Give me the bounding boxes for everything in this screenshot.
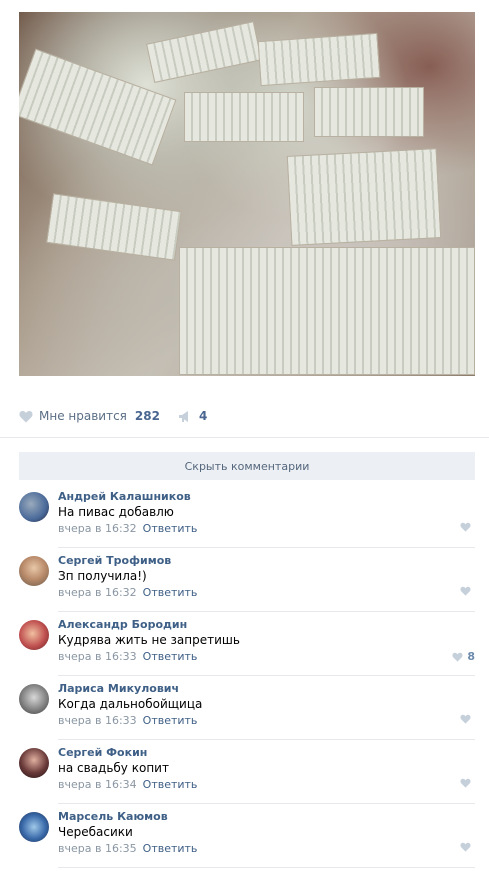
comment-meta: вчера в 16:32 Ответить	[58, 522, 197, 535]
comment-author[interactable]: Сергей Трофимов	[58, 554, 171, 567]
avatar[interactable]	[19, 556, 49, 586]
comment-meta: вчера в 16:33 Ответить	[58, 714, 197, 727]
comment-time[interactable]: вчера в 16:32	[58, 522, 137, 535]
comment-meta: вчера в 16:34 Ответить	[58, 778, 197, 791]
comment-meta: вчера в 16:32 Ответить	[58, 586, 197, 599]
heart-icon	[460, 778, 471, 788]
avatar[interactable]	[19, 620, 49, 650]
comment-meta: вчера в 16:35 Ответить	[58, 842, 197, 855]
comment-item: Сергей Фокин на свадьбу копит вчера в 16…	[19, 740, 475, 804]
comment-text: Кудрява жить не запретишь	[58, 633, 240, 647]
comment-text: На пивас добавлю	[58, 505, 174, 519]
comment-like-count: 8	[467, 650, 475, 663]
post-like-button[interactable]: Мне нравится 282	[19, 409, 160, 423]
comment-item: Александр Бородин Кудрява жить не запрет…	[19, 612, 475, 676]
heart-icon	[460, 586, 471, 596]
comment-time[interactable]: вчера в 16:34	[58, 778, 137, 791]
reply-link[interactable]: Ответить	[143, 586, 198, 599]
comment-item: Марсель Каюмов Черебасики вчера в 16:35 О…	[19, 804, 475, 868]
comment-text: Зп получила!)	[58, 569, 147, 583]
comment-time[interactable]: вчера в 16:33	[58, 650, 137, 663]
comment-time[interactable]: вчера в 16:35	[58, 842, 137, 855]
comment-like-button[interactable]	[460, 586, 475, 596]
comment-text: Черебасики	[58, 825, 133, 839]
comment-author[interactable]: Лариса Микулович	[58, 682, 179, 695]
like-label: Мне нравится	[39, 409, 127, 423]
heart-icon	[452, 652, 463, 662]
share-count: 4	[198, 409, 208, 423]
reply-link[interactable]: Ответить	[143, 778, 198, 791]
comment-like-button[interactable]	[460, 714, 475, 724]
comment-text: Когда дальнобойщица	[58, 697, 203, 711]
comment-like-button[interactable]: 8	[452, 650, 475, 663]
heart-icon	[460, 842, 471, 852]
heart-icon	[460, 522, 471, 532]
reply-link[interactable]: Ответить	[143, 714, 198, 727]
reply-link[interactable]: Ответить	[143, 650, 198, 663]
post-actions: Мне нравится 282 4	[19, 404, 207, 428]
reply-link[interactable]: Ответить	[143, 522, 198, 535]
comment-like-button[interactable]	[460, 778, 475, 788]
avatar[interactable]	[19, 492, 49, 522]
comment-author[interactable]: Сергей Фокин	[58, 746, 147, 759]
comment-author[interactable]: Александр Бородин	[58, 618, 187, 631]
comment-text: на свадьбу копит	[58, 761, 169, 775]
comment-like-button[interactable]	[460, 842, 475, 852]
heart-icon	[460, 714, 471, 724]
avatar[interactable]	[19, 748, 49, 778]
reply-link[interactable]: Ответить	[143, 842, 198, 855]
comment-item: Лариса Микулович Когда дальнобойщица вче…	[19, 676, 475, 740]
megaphone-icon	[178, 410, 188, 422]
comment-like-button[interactable]	[460, 522, 475, 532]
avatar[interactable]	[19, 684, 49, 714]
comment-time[interactable]: вчера в 16:32	[58, 586, 137, 599]
comment-item: Андрей Калашников На пивас добавлю вчера…	[19, 484, 475, 548]
share-button[interactable]: 4	[178, 409, 207, 423]
divider	[0, 437, 489, 438]
like-count: 282	[134, 409, 160, 423]
heart-icon	[19, 410, 33, 422]
comment-item: Сергей Трофимов Зп получила!) вчера в 16…	[19, 548, 475, 612]
hide-comments-button[interactable]: Скрыть комментарии	[19, 452, 475, 480]
post-photo[interactable]	[19, 12, 475, 376]
comment-time[interactable]: вчера в 16:33	[58, 714, 137, 727]
comment-author[interactable]: Андрей Калашников	[58, 490, 191, 503]
comment-author[interactable]: Марсель Каюмов	[58, 810, 168, 823]
avatar[interactable]	[19, 812, 49, 842]
comment-meta: вчера в 16:33 Ответить	[58, 650, 197, 663]
comment-divider	[58, 867, 475, 868]
